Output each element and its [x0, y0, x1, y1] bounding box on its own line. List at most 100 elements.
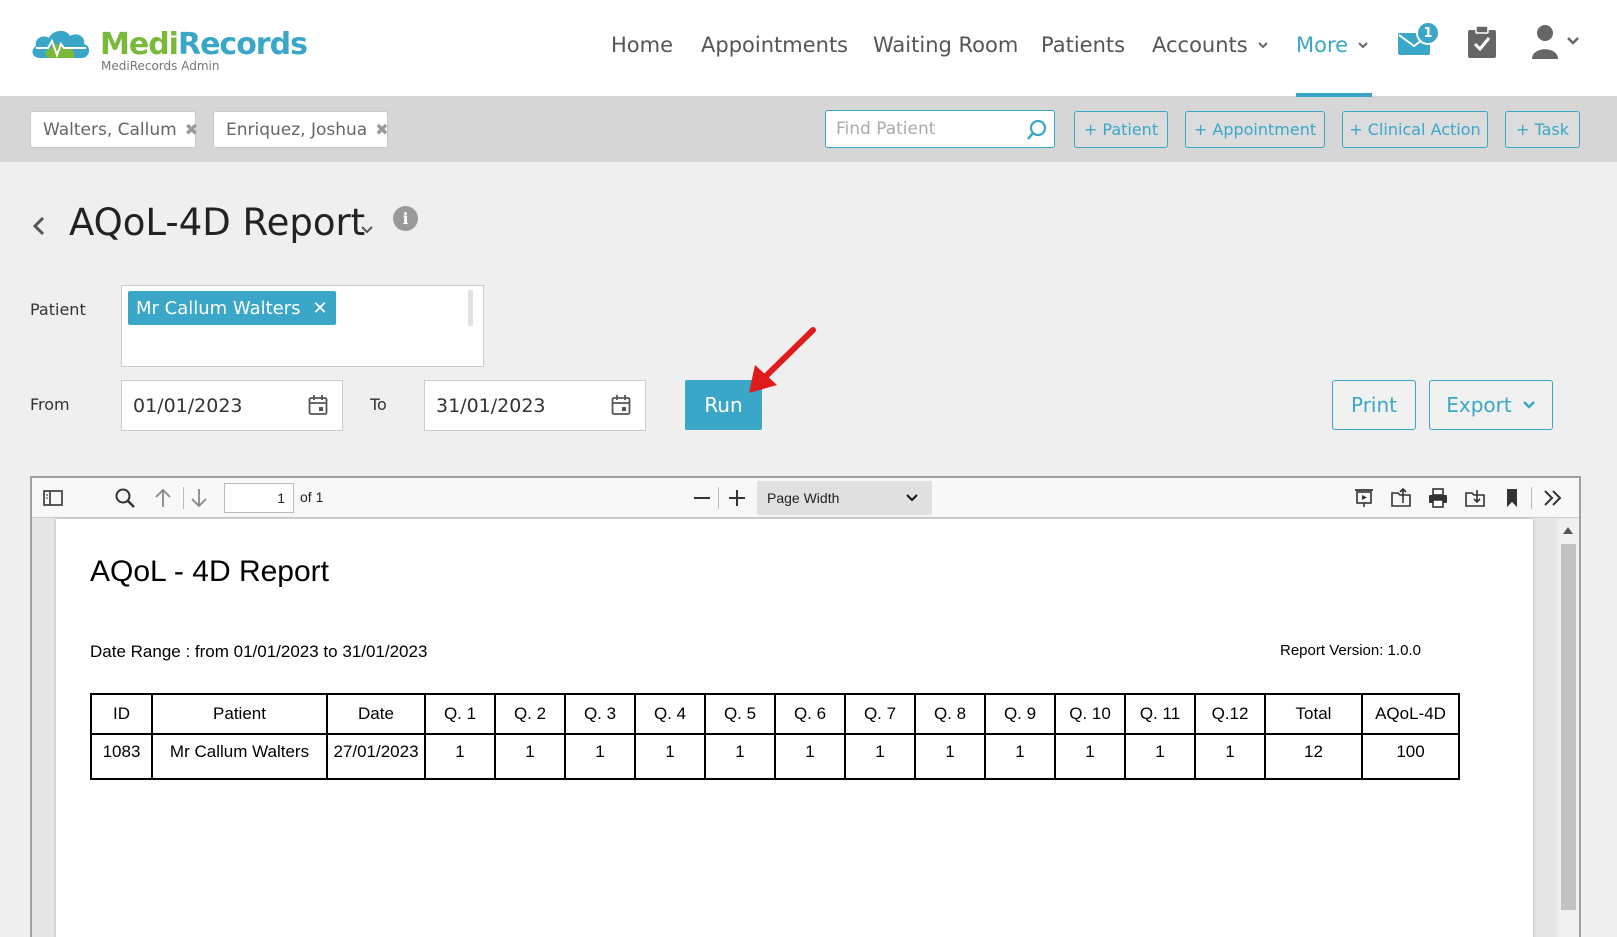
open-file-icon[interactable] [1390, 487, 1412, 509]
zoom-in-icon[interactable] [726, 487, 748, 509]
print-button[interactable]: Print [1332, 380, 1416, 430]
add-task-button[interactable]: + Task [1505, 111, 1580, 148]
nav-more-label: More [1296, 33, 1349, 57]
clipboard-check-icon[interactable] [1467, 25, 1497, 59]
chevron-down-icon[interactable] [360, 225, 374, 235]
from-label: From [30, 395, 70, 414]
column-header: Q. 3 [564, 693, 636, 735]
column-header: Q. 8 [914, 693, 986, 735]
column-header: Q. 6 [774, 693, 846, 735]
print-label: Print [1350, 393, 1397, 417]
nav-home[interactable]: Home [611, 33, 673, 57]
patient-select[interactable]: Mr Callum Walters ✕ [121, 285, 484, 367]
table-cell: 1 [774, 733, 846, 780]
cloud-logo-icon [32, 30, 90, 58]
info-icon[interactable]: i [393, 206, 418, 231]
download-icon[interactable] [1464, 487, 1486, 509]
table-cell: 1083 [90, 733, 153, 780]
patient-label: Patient [30, 300, 86, 319]
column-header: Q. 7 [844, 693, 916, 735]
nav-home-label: Home [611, 33, 674, 57]
nav-appointments[interactable]: Appointments [701, 33, 848, 57]
page-count: of 1 [300, 489, 324, 505]
from-date-input[interactable] [122, 381, 292, 430]
calendar-icon[interactable] [308, 394, 328, 416]
medirecords-logo[interactable]: MediRecords MediRecords Admin [30, 26, 308, 76]
bookmark-icon[interactable] [1501, 487, 1523, 509]
find-patient-field[interactable] [825, 110, 1055, 148]
user-account-icon[interactable] [1531, 24, 1583, 60]
column-header: AQoL-4D [1361, 693, 1460, 735]
close-icon[interactable]: ✖ [185, 120, 198, 139]
table-header-row: ID Patient Date Q. 1 Q. 2 Q. 3 Q. 4 Q. 5… [90, 693, 1460, 735]
chevron-down-icon [906, 494, 918, 502]
toolbar-divider [183, 487, 184, 509]
double-chevron-right-icon[interactable] [1542, 487, 1564, 509]
presentation-mode-icon[interactable] [1353, 487, 1375, 509]
arrow-up-icon[interactable] [152, 487, 174, 509]
page-title: AQoL-4D Report [69, 201, 366, 244]
remove-chip-icon[interactable]: ✕ [313, 298, 328, 319]
table-cell: 1 [424, 733, 496, 780]
column-header: Q. 11 [1124, 693, 1196, 735]
arrow-down-icon[interactable] [188, 487, 210, 509]
page-number-input[interactable] [224, 483, 294, 513]
calendar-icon[interactable] [611, 394, 631, 416]
search-icon[interactable] [1026, 119, 1048, 141]
to-date-input[interactable] [425, 381, 595, 430]
chevron-down-icon [1522, 401, 1535, 409]
zoom-select[interactable]: Page Width [757, 481, 932, 515]
back-chevron-icon[interactable] [30, 213, 48, 239]
add-clinical-action-button[interactable]: + Clinical Action [1342, 111, 1488, 148]
search-icon[interactable] [114, 487, 136, 509]
column-header: Q. 10 [1054, 693, 1126, 735]
nav-accounts-label: Accounts [1152, 33, 1248, 57]
find-patient-input[interactable] [826, 111, 1016, 147]
column-header: Patient [151, 693, 328, 735]
brand-name: MediRecords [100, 27, 308, 62]
table-cell: Mr Callum Walters [151, 733, 328, 780]
toolbar-divider [718, 487, 719, 509]
column-header: ID [90, 693, 153, 735]
from-date-field[interactable] [121, 380, 343, 431]
pdf-viewer: of 1 Page Width [30, 476, 1581, 937]
table-row: 1083 Mr Callum Walters 27/01/2023 1 1 1 … [90, 733, 1460, 780]
scroll-up-icon[interactable] [1563, 527, 1573, 534]
printer-icon[interactable] [1427, 487, 1449, 509]
sidebar-toggle-icon[interactable] [42, 487, 64, 509]
add-appointment-button[interactable]: + Appointment [1185, 111, 1325, 148]
table-cell: 1 [704, 733, 776, 780]
mail-badge: 1 [1416, 21, 1440, 45]
toolbar-divider [1531, 487, 1532, 509]
add-patient-button[interactable]: + Patient [1074, 111, 1168, 148]
pdf-page: AQoL - 4D Report Date Range : from 01/01… [56, 519, 1533, 937]
table-cell: 1 [844, 733, 916, 780]
report-title: AQoL - 4D Report [90, 555, 329, 588]
patient-tab-enriquez[interactable]: Enriquez, Joshua ✖ [213, 111, 389, 148]
export-label: Export [1446, 393, 1512, 417]
column-header: Q. 2 [494, 693, 566, 735]
patient-tab-label: Walters, Callum [43, 119, 177, 140]
pdf-scrollbar[interactable] [1557, 519, 1579, 937]
scrollbar[interactable] [468, 290, 473, 326]
patient-tab-label: Enriquez, Joshua [226, 119, 368, 140]
table-cell: 100 [1361, 733, 1460, 780]
nav-more[interactable]: More [1296, 33, 1368, 57]
close-icon[interactable]: ✖ [375, 120, 388, 139]
patient-chip[interactable]: Mr Callum Walters ✕ [128, 291, 336, 325]
to-date-field[interactable] [424, 380, 646, 431]
nav-patients[interactable]: Patients [1041, 33, 1125, 57]
nav-waiting-room[interactable]: Waiting Room [873, 33, 1018, 57]
table-cell: 1 [914, 733, 986, 780]
export-button[interactable]: Export [1429, 380, 1553, 430]
column-header: Q. 5 [704, 693, 776, 735]
scrollbar-thumb[interactable] [1561, 544, 1576, 910]
nav-accounts[interactable]: Accounts [1152, 33, 1268, 57]
table-cell: 1 [1124, 733, 1196, 780]
zoom-out-icon[interactable] [691, 487, 713, 509]
column-header: Date [326, 693, 426, 735]
patient-tab-walters[interactable]: Walters, Callum ✖ [30, 111, 198, 148]
report-version: Report Version: 1.0.0 [1280, 642, 1421, 659]
top-navbar: MediRecords MediRecords Admin Home Appoi… [0, 0, 1617, 97]
chevron-down-icon [1358, 42, 1368, 49]
